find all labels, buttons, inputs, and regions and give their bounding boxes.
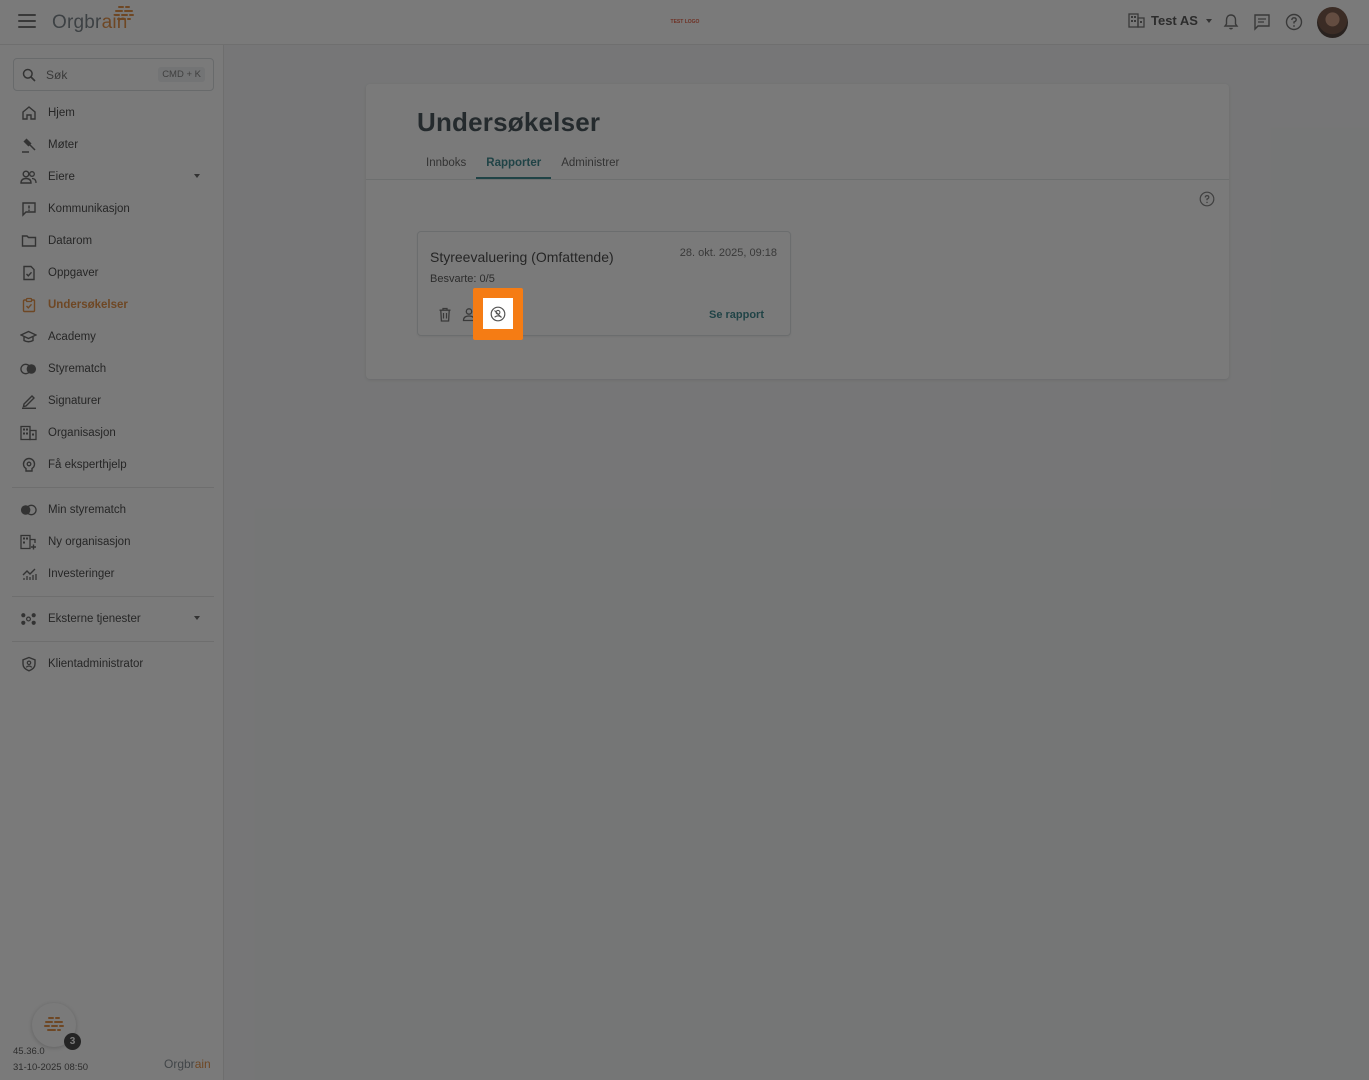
sidebar-item-investeringer[interactable]: Investeringer <box>12 558 214 590</box>
people-icon <box>20 170 37 184</box>
sidebar-item-styrematch[interactable]: Styrematch <box>12 353 214 385</box>
brand-logo[interactable]: Orgbrain <box>52 6 134 40</box>
tab-innboks[interactable]: Innboks <box>416 152 476 179</box>
chart-icon <box>22 568 37 580</box>
sidebar-item-label: Undersøkelser <box>48 299 128 311</box>
brain-icon <box>114 6 134 20</box>
brain-icon <box>44 1017 64 1031</box>
sidebar-divider <box>12 596 214 597</box>
academy-icon <box>20 330 37 343</box>
sidebar-item-moter[interactable]: Møter <box>12 129 214 161</box>
search-input[interactable]: Søk CMD + K <box>13 58 214 91</box>
sidebar-item-eiere[interactable]: Eiere <box>12 161 214 193</box>
sidebar-item-label: Eksterne tjenester <box>48 613 141 625</box>
tab-rapporter[interactable]: Rapporter <box>476 152 552 179</box>
footer-logo: Orgbrain <box>164 1057 211 1071</box>
trash-icon <box>439 307 450 322</box>
tab-bar: Innboks Rapporter Administrer <box>416 152 629 179</box>
user-avatar[interactable] <box>1317 7 1348 38</box>
sidebar-item-label: Academy <box>48 331 96 343</box>
task-icon <box>22 265 35 281</box>
notification-badge: 3 <box>64 1033 81 1050</box>
sidebar-item-label: Eiere <box>48 171 75 183</box>
sidebar-item-hjem[interactable]: Hjem <box>12 97 214 129</box>
sidebar-item-kommunikasjon[interactable]: Kommunikasjon <box>12 193 214 225</box>
folder-icon <box>21 235 36 247</box>
signature-icon <box>21 395 36 409</box>
sidebar-item-eksperthjelp[interactable]: Få eksperthjelp <box>12 449 214 481</box>
sidebar-item-label: Få eksperthjelp <box>48 459 127 471</box>
survey-answered: Besvarte: 0/5 <box>430 273 495 285</box>
tour-highlight <box>473 288 523 340</box>
match-icon <box>20 363 37 375</box>
bell-icon[interactable] <box>1221 12 1241 32</box>
anonymous-button[interactable] <box>483 298 513 329</box>
sidebar-divider <box>12 641 214 642</box>
chevron-down-icon <box>1205 18 1212 23</box>
sidebar-item-klientadministrator[interactable]: Klientadministrator <box>12 648 214 680</box>
gavel-icon <box>21 138 36 153</box>
message-alert-icon <box>21 202 36 217</box>
help-icon[interactable] <box>1284 12 1304 32</box>
sidebar-item-academy[interactable]: Academy <box>12 321 214 353</box>
search-shortcut: CMD + K <box>158 67 205 82</box>
tab-divider <box>366 179 1229 180</box>
add-building-icon <box>20 534 36 550</box>
sidebar-divider <box>12 487 214 488</box>
building-icon <box>20 425 37 441</box>
home-icon <box>21 106 36 120</box>
sidebar-item-eksterne-tjenester[interactable]: Eksterne tjenester <box>12 603 214 635</box>
sidebar-item-datarom[interactable]: Datarom <box>12 225 214 257</box>
brand-main: Orgbr <box>164 1057 195 1071</box>
sidebar-item-label: Min styrematch <box>48 504 126 516</box>
chat-icon[interactable] <box>1252 12 1272 32</box>
org-switcher[interactable]: Test AS <box>1128 13 1212 28</box>
search-placeholder: Søk <box>46 67 68 82</box>
sidebar-item-label: Klientadministrator <box>48 658 144 670</box>
tab-administrer[interactable]: Administrer <box>551 152 629 179</box>
building-icon <box>1128 13 1145 28</box>
menu-icon[interactable] <box>18 14 36 30</box>
survey-date: 28. okt. 2025, 09:18 <box>679 247 777 259</box>
sidebar-item-label: Oppgaver <box>48 267 99 279</box>
sidebar-nav: Hjem Møter Eiere Kommunikasjon Datarom O… <box>12 97 214 680</box>
build-date: 31-10-2025 08:50 <box>13 1062 89 1073</box>
sidebar-item-label: Signaturer <box>48 395 102 407</box>
search-icon <box>22 68 36 82</box>
survey-icon <box>22 297 35 313</box>
shield-icon <box>21 656 36 672</box>
brand-accent: ain <box>194 1057 211 1071</box>
sidebar-item-label: Møter <box>48 139 79 151</box>
chevron-down-icon <box>194 174 200 178</box>
sidebar-item-label: Hjem <box>48 107 75 119</box>
help-icon[interactable] <box>1199 191 1215 207</box>
chevron-down-icon <box>194 616 200 620</box>
sidebar-item-label: Ny organisasjon <box>48 536 131 548</box>
sidebar-item-label: Styrematch <box>48 363 107 375</box>
anonymous-icon <box>490 306 506 321</box>
sidebar-item-label: Investeringer <box>48 568 115 580</box>
sidebar-item-label: Organisasjon <box>48 427 116 439</box>
top-bar: Orgbrain TEST LOGO Test AS <box>0 0 1369 45</box>
sidebar-item-label: Datarom <box>48 235 93 247</box>
sidebar-item-organisasjon[interactable]: Organisasjon <box>12 417 214 449</box>
sidebar-item-undersokelser[interactable]: Undersøkelser <box>12 289 214 321</box>
org-logo: TEST LOGO <box>670 19 700 25</box>
sidebar-item-oppgaver[interactable]: Oppgaver <box>12 257 214 289</box>
match-icon <box>20 504 37 516</box>
sidebar-item-label: Kommunikasjon <box>48 203 130 215</box>
delete-button[interactable] <box>436 306 453 323</box>
brand-main: Orgbr <box>52 12 102 33</box>
survey-title: Styreevaluering (Omfattende) <box>430 249 614 265</box>
sidebar-item-min-styrematch[interactable]: Min styrematch <box>12 494 214 526</box>
app-version: 45.36.0 <box>13 1046 45 1057</box>
see-report-link[interactable]: Se rapport <box>709 309 764 321</box>
hub-icon <box>21 613 36 625</box>
expert-icon <box>22 457 35 472</box>
sidebar-item-ny-organisasjon[interactable]: Ny organisasjon <box>12 526 214 558</box>
sidebar: Søk CMD + K Hjem Møter Eiere Kommunikasj… <box>0 45 224 1080</box>
sidebar-item-signaturer[interactable]: Signaturer <box>12 385 214 417</box>
org-name: Test AS <box>1151 13 1198 28</box>
page-title: Undersøkelser <box>417 107 601 137</box>
